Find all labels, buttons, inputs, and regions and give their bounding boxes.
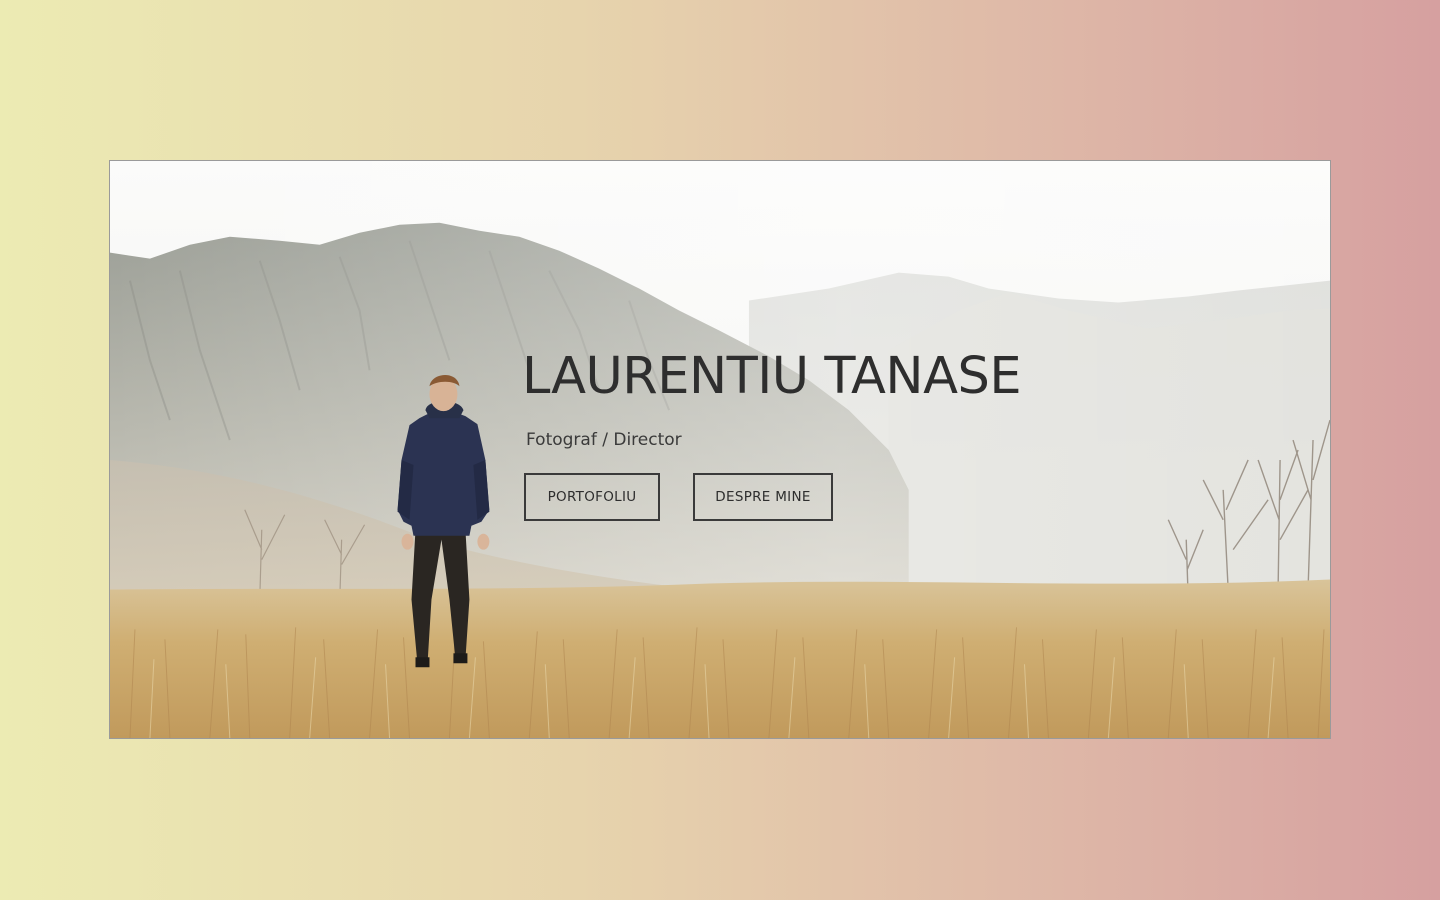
- hero-buttons: PORTOFOLIU DESPRE MINE: [524, 473, 1142, 521]
- about-me-button[interactable]: DESPRE MINE: [693, 473, 833, 521]
- hero-section: LAURENTIU TANASE Fotograf / Director POR…: [109, 160, 1331, 739]
- hero-content: LAURENTIU TANASE Fotograf / Director POR…: [522, 351, 1142, 521]
- hero-subtitle: Fotograf / Director: [526, 430, 682, 450]
- portfolio-button[interactable]: PORTOFOLIU: [524, 473, 660, 521]
- hero-title: LAURENTIU TANASE: [522, 347, 1022, 406]
